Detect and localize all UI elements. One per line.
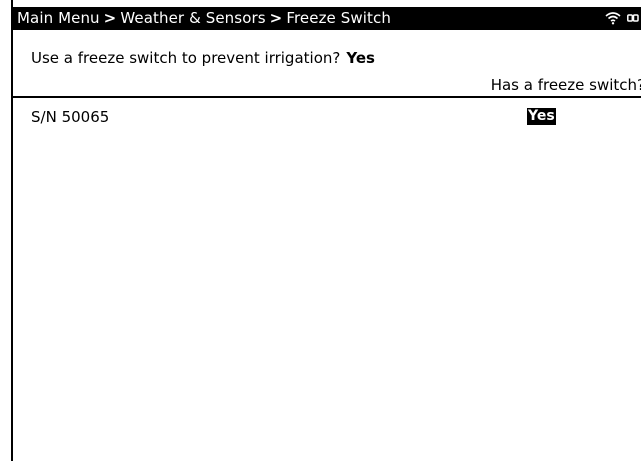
wifi-icon <box>605 11 621 25</box>
status-icons <box>605 9 641 27</box>
table-row[interactable]: S/N 50065 Yes <box>13 104 641 130</box>
column-header-has-freeze-switch: Has a freeze switch? <box>490 76 641 94</box>
breadcrumb-freeze-switch: Freeze Switch <box>286 9 391 27</box>
freeze-switch-question[interactable]: Use a freeze switch to prevent irrigatio… <box>31 48 375 68</box>
freeze-switch-value-selected[interactable]: Yes <box>527 108 556 125</box>
breadcrumb-separator: > <box>269 9 283 27</box>
breadcrumb: Main Menu > Weather & Sensors > Freeze Switc… <box>17 9 391 27</box>
left-border <box>11 0 13 461</box>
device-serial: S/N 50065 <box>31 108 110 126</box>
question-answer[interactable]: Yes <box>346 49 375 67</box>
header-bar: Main Menu > Weather & Sensors > Freeze Switc… <box>11 7 641 30</box>
breadcrumb-main-menu[interactable]: Main Menu <box>17 9 100 27</box>
breadcrumb-weather-sensors[interactable]: Weather & Sensors <box>120 9 265 27</box>
header-divider <box>13 96 641 98</box>
breadcrumb-separator: > <box>103 9 117 27</box>
screen: Main Menu > Weather & Sensors > Freeze Switc… <box>0 0 641 461</box>
question-label: Use a freeze switch to prevent irrigatio… <box>31 49 341 67</box>
battery-icon <box>627 13 641 23</box>
